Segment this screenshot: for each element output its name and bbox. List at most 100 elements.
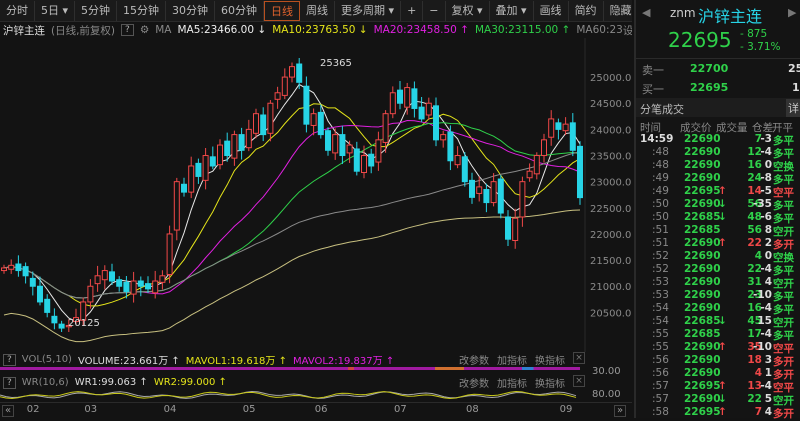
tick-open-interest-diff: 3 [764, 354, 772, 366]
tick-open-interest-diff: 0 [764, 250, 772, 262]
candle-down [418, 106, 425, 120]
scroll-left-button[interactable]: « [2, 405, 14, 417]
tick-time: :53 [652, 289, 669, 301]
tick-arrow: ↑ [718, 237, 727, 249]
toolbar-button[interactable]: + [401, 1, 424, 21]
candle-down [58, 323, 65, 329]
y-tick-label: 25000.0 [590, 73, 631, 84]
candle-up [274, 92, 281, 100]
tick-open-interest-diff: -4 [760, 263, 772, 275]
candle-down [224, 140, 231, 157]
toolbar-button[interactable]: 5日 ▾ [35, 1, 76, 21]
toolbar-button[interactable]: 周线 [300, 1, 336, 21]
tick-time: :50 [652, 198, 669, 210]
toolbar-button[interactable]: 分时 [0, 1, 35, 21]
ma30-value: MA30:23115.00 ↑ [474, 24, 571, 36]
candlestick-chart[interactable]: 25000.0 24500.0 24000.0 23500.0 23000.0 22500… [0, 38, 632, 352]
next-contract-arrow-icon[interactable]: ▶ [788, 6, 796, 19]
tick-arrow: ↑ [718, 406, 727, 418]
tick-price: 22690 [684, 263, 721, 275]
help-button[interactable]: ? [121, 24, 134, 36]
ticks-column-header: 时间 成交价 成交量 仓差 开平 [636, 120, 800, 134]
tick-price: 22690 [684, 172, 721, 184]
ma-settings-dropdown[interactable]: 设置均线 ▾ [623, 23, 632, 38]
candle-up [440, 134, 447, 141]
candle-down [353, 148, 360, 172]
candle-up [490, 181, 497, 204]
candle-down [555, 122, 562, 130]
vol-swap-indicator[interactable]: 换指标 [535, 352, 565, 367]
candle-up [332, 134, 339, 154]
wr-close-button[interactable]: × [573, 375, 585, 387]
candle-down [461, 156, 468, 183]
bid-volume: 1 [792, 81, 800, 94]
gear-icon[interactable]: ⚙ [140, 24, 149, 36]
toolbar-button[interactable]: 15分钟 [117, 1, 167, 21]
candle-down [15, 263, 22, 272]
x-tick-label: 03 [84, 404, 98, 415]
tick-price: 22690 [684, 367, 721, 379]
tick-row: :49 22690 24 -8 多平 [636, 172, 800, 186]
wr-help-button[interactable]: ? [3, 376, 16, 389]
candle-down [497, 178, 504, 214]
tick-time: :48 [652, 159, 669, 171]
tick-price: 22690 [684, 393, 721, 405]
tick-open-interest-diff: 4 [764, 276, 772, 288]
toolbar-button[interactable]: 30分钟 [166, 1, 216, 21]
toolbar-button[interactable]: 简约 [569, 1, 604, 21]
tick-row: :53 22690 23 -10 多平 [636, 289, 800, 303]
detail-button[interactable]: 详 [786, 99, 800, 117]
x-tick-label: 08 [466, 404, 479, 415]
candle-down [303, 85, 310, 125]
toolbar-button[interactable]: 更多周期 ▾ [335, 1, 402, 21]
toolbar-button[interactable]: 叠加 ▾ [490, 1, 534, 21]
tick-time: :52 [652, 263, 669, 275]
tick-arrow: ↓ [718, 393, 727, 405]
tick-volume: 16 [747, 159, 762, 171]
candle-up [476, 186, 483, 194]
toolbar-button[interactable]: − [423, 1, 446, 21]
candle-up [375, 139, 382, 163]
toolbar-button[interactable]: 复权 ▾ [446, 1, 490, 21]
tick-row: :50 22690 ↓ 56 -35 多平 [636, 198, 800, 212]
tick-price: 22690 [684, 250, 721, 262]
quote-panel: ◀ ▶ znm 沪锌主连 22695 - 875 - 3.71% 卖一 2270… [634, 0, 800, 420]
ma20-value: MA20:23458.50 ↑ [373, 24, 469, 36]
toolbar-button[interactable]: 5分钟 [75, 1, 118, 21]
scroll-right-button[interactable]: » [614, 405, 626, 417]
tick-open-interest-diff: -5 [760, 185, 772, 197]
toolbar-button[interactable]: 60分钟 [215, 1, 265, 21]
tick-volume: 4 [754, 367, 762, 379]
toolbar-button[interactable]: 画线 [534, 1, 569, 21]
bid-price: 22695 [690, 81, 729, 94]
tick-open-interest-diff: -4 [760, 146, 772, 158]
x-tick-label: 07 [394, 404, 407, 415]
tick-open-interest-diff: -8 [760, 172, 772, 184]
prev-contract-arrow-icon[interactable]: ◀ [642, 6, 650, 19]
candle-up [425, 102, 432, 116]
x-tick-label: 05 [242, 404, 256, 415]
toolbar-button[interactable]: 日线 [264, 1, 301, 21]
tick-price: 22690 [684, 198, 721, 210]
x-tick-label: 02 [26, 404, 40, 415]
vol-add-indicator[interactable]: 加指标 [497, 352, 527, 367]
price-change: - 875 [740, 28, 768, 40]
y-tick-label: 21500.0 [590, 256, 631, 267]
tick-time: :55 [652, 328, 669, 340]
y-tick-label: 20500.0 [590, 308, 631, 319]
tick-time: :57 [652, 393, 669, 405]
vol-close-button[interactable]: × [573, 352, 585, 364]
vol-edit-params[interactable]: 改参数 [459, 352, 489, 367]
vol-help-button[interactable]: ? [3, 353, 16, 366]
tick-arrow: ↓ [718, 198, 727, 210]
ma20-line [3, 119, 581, 299]
tick-time: :57 [652, 380, 669, 392]
tick-time: 14:59 [640, 133, 674, 145]
tick-volume: 22 [747, 237, 762, 249]
tick-row: :49 22695 ↑ 14 -5 空平 [636, 185, 800, 199]
contract-title: 沪锌主连 [698, 7, 763, 26]
candle-down [317, 111, 324, 136]
period-toolbar: 分时 5日 ▾ 5分钟 15分钟 30分钟 60分钟 日线 周线 更多周期 ▾ + − 复权 ▾ 叠加 … [0, 0, 674, 22]
tick-row: :52 22690 22 -4 多平 [636, 263, 800, 277]
ticks-title: 分笔成交 [640, 103, 684, 116]
